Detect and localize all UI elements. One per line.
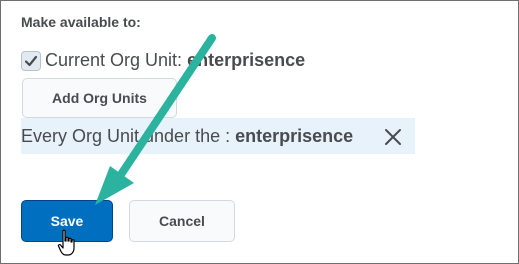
close-icon bbox=[385, 129, 401, 145]
dialog-panel: Make available to: Current Org Unit: ent… bbox=[0, 0, 519, 264]
hand-pointer-icon bbox=[57, 229, 75, 256]
cancel-button[interactable]: Cancel bbox=[129, 200, 235, 242]
current-org-unit-value: enterprisence bbox=[187, 50, 306, 70]
selected-org-unit-label: Every Org Unit under the : enterprisence bbox=[21, 126, 353, 147]
section-label: Make available to: bbox=[21, 14, 141, 30]
selected-org-unit-prefix: Every Org Unit under the : bbox=[21, 126, 231, 146]
add-org-units-button[interactable]: Add Org Units bbox=[22, 78, 177, 118]
checkmark-icon bbox=[24, 55, 38, 67]
remove-org-unit-button[interactable] bbox=[383, 127, 403, 147]
current-org-unit-checkbox[interactable] bbox=[21, 51, 41, 71]
selected-org-unit-value: enterprisence bbox=[235, 126, 354, 146]
current-org-unit-text: Current Org Unit: bbox=[45, 50, 183, 70]
current-org-unit-label: Current Org Unit: enterprisence bbox=[45, 50, 305, 71]
selected-org-unit-row: Every Org Unit under the : enterprisence bbox=[21, 118, 415, 154]
